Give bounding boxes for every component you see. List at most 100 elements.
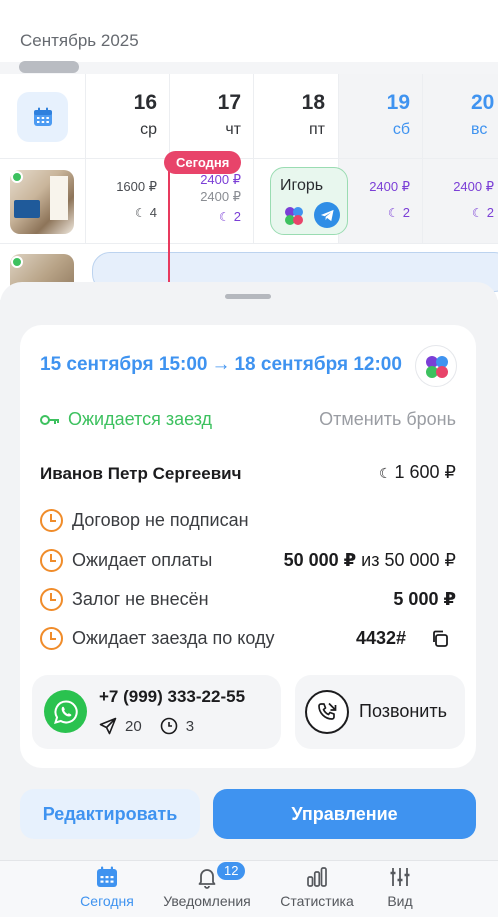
nights-value: 2 (486, 205, 494, 220)
checklist-item-checkin-code[interactable]: Ожидает заезда по коду 4432# (40, 626, 456, 652)
day-number: 18 (301, 91, 325, 114)
payment-amount: 50 000 ₽ (283, 550, 357, 570)
cell-nights: ☾ 2 (170, 209, 241, 224)
whatsapp-icon (44, 690, 87, 733)
nights-value: 4 (149, 205, 157, 220)
nights-value: 2 (233, 209, 241, 224)
price-cell-20[interactable]: 2400 ₽ ☾ 2 (422, 159, 498, 243)
copy-icon[interactable] (430, 629, 450, 649)
deposit-amount: 5 000 ₽ (393, 589, 456, 609)
status-label: Ожидается заезд (68, 409, 213, 429)
payment-total: из 50 000 ₽ (356, 550, 456, 570)
moon-icon: ☾ (378, 465, 392, 481)
cell-price: 2400 ₽ (369, 179, 410, 194)
tab-today[interactable]: Сегодня (79, 865, 135, 909)
booking-card: 15 сентября 15:00 → 18 сентября 12:00 Ожид… (20, 325, 476, 768)
bell-icon (198, 869, 216, 889)
cell-price: 1600 ₽ (116, 179, 157, 194)
telegram-icon (314, 202, 340, 228)
price-cell-16[interactable]: 1600 ₽ ☾ 4 (85, 159, 169, 243)
moon-icon: ☾ (472, 206, 483, 220)
phone-call-icon (305, 690, 349, 734)
day-number: 16 (133, 91, 157, 114)
price-cell-19[interactable]: 2400 ₽ ☾ 2 (338, 159, 422, 243)
cell-nights: ☾ 4 (86, 205, 157, 220)
clock-outline-icon (160, 717, 177, 735)
source-app-icon (285, 207, 303, 225)
online-indicator (11, 256, 23, 268)
whatsapp-contact[interactable]: +7 (999) 333-22-55 20 3 (32, 675, 281, 749)
moon-icon: ☾ (219, 210, 230, 224)
calendar-icon (97, 866, 117, 887)
cell-nights: ☾ 2 (423, 205, 494, 220)
key-icon (40, 414, 59, 425)
edit-button[interactable]: Редактировать (20, 789, 200, 839)
arrow-icon: → (211, 354, 231, 375)
day-number: 19 (386, 91, 410, 114)
photo-window (50, 176, 68, 220)
day-header-20[interactable]: 20 вс (422, 74, 498, 158)
item-label: Залог не внесён (72, 589, 209, 609)
nights-value: 2 (402, 205, 410, 220)
day-header-17[interactable]: 17 чт (169, 74, 253, 158)
moon-icon: ☾ (388, 206, 399, 220)
day-header-18[interactable]: 18 пт (253, 74, 337, 158)
phone-number: +7 (999) 333-22-55 (99, 687, 246, 706)
calendar-header-row: 16 ср 17 чт 18 пт 19 сб 20 вс (0, 74, 498, 158)
weekday: сб (392, 121, 410, 138)
tab-view[interactable]: Вид (386, 865, 414, 909)
booking-status: Ожидается заезд (40, 409, 212, 430)
cell-price: 2400 ₽ (453, 179, 494, 194)
weekday: чт (225, 121, 241, 138)
tab-label: Статистика (280, 893, 354, 909)
clock-icon (40, 588, 63, 611)
sheet-grabber[interactable] (225, 294, 271, 299)
bar-chart-icon (307, 867, 327, 887)
property-row: 1600 ₽ ☾ 4 2400 ₽ 2400 ₽ ☾ 2 2400 ₽ ☾ 2 240… (0, 158, 498, 243)
call-label: Позвонить (359, 701, 447, 721)
booking-guest-name: Игорь (280, 177, 324, 194)
booking-chip[interactable]: Игорь (270, 167, 348, 235)
clock-icon (40, 549, 63, 572)
item-label: Ожидает заезда по коду (72, 628, 275, 648)
item-label: Ожидает оплаты (72, 550, 213, 570)
clock-icon (40, 509, 63, 532)
photo-tv (14, 200, 40, 218)
online-indicator (11, 171, 23, 183)
cancel-booking-link[interactable]: Отменить бронь (319, 409, 456, 430)
month-title: Сентябрь 2025 (20, 31, 139, 50)
booking-sheet: 15 сентября 15:00 → 18 сентября 12:00 Ожид… (0, 282, 498, 860)
deposit-value: 5 000 ₽ (393, 589, 456, 610)
tab-statistics[interactable]: Статистика (279, 865, 355, 909)
day-number: 20 (471, 91, 495, 114)
weekday: пт (309, 121, 325, 138)
guest-price-value: 1 600 ₽ (394, 462, 457, 482)
tab-label: Уведомления (163, 893, 251, 909)
calendar-picker-button[interactable] (17, 92, 68, 142)
checklist-item-contract[interactable]: Договор не подписан (40, 508, 456, 534)
clock-icon (40, 627, 63, 650)
day-header-16[interactable]: 16 ср (85, 74, 169, 158)
guest-price: ☾ 1 600 ₽ (379, 462, 456, 483)
weekday: вс (471, 121, 488, 138)
horizontal-scrollbar[interactable] (19, 61, 79, 73)
notifications-badge: 12 (217, 862, 246, 880)
cell-nights: ☾ 2 (339, 205, 410, 220)
today-line (168, 165, 170, 300)
call-button[interactable]: Позвонить (295, 675, 465, 749)
day-header-19[interactable]: 19 сб (338, 74, 422, 158)
booking-dates: 15 сентября 15:00 → 18 сентября 12:00 (40, 354, 402, 376)
guest-name: Иванов Петр Сергеевич (40, 464, 242, 483)
manage-button[interactable]: Управление (213, 789, 476, 839)
cell-price-secondary: 2400 ₽ (200, 189, 241, 204)
send-icon (99, 717, 117, 735)
tab-label: Сегодня (80, 893, 134, 909)
contact-meta: 20 3 (99, 717, 212, 735)
checklist-item-payment[interactable]: Ожидает оплаты 50 000 ₽ из 50 000 ₽ (40, 548, 456, 574)
today-badge: Сегодня (164, 151, 242, 174)
sliders-icon (390, 868, 410, 886)
messages-count: 20 (125, 717, 142, 735)
moon-icon: ☾ (135, 206, 146, 220)
checklist-item-deposit[interactable]: Залог не внесён 5 000 ₽ (40, 587, 456, 613)
calendar: Сентябрь 2025 16 ср 17 чт 18 пт 19 сб 20… (0, 0, 498, 300)
